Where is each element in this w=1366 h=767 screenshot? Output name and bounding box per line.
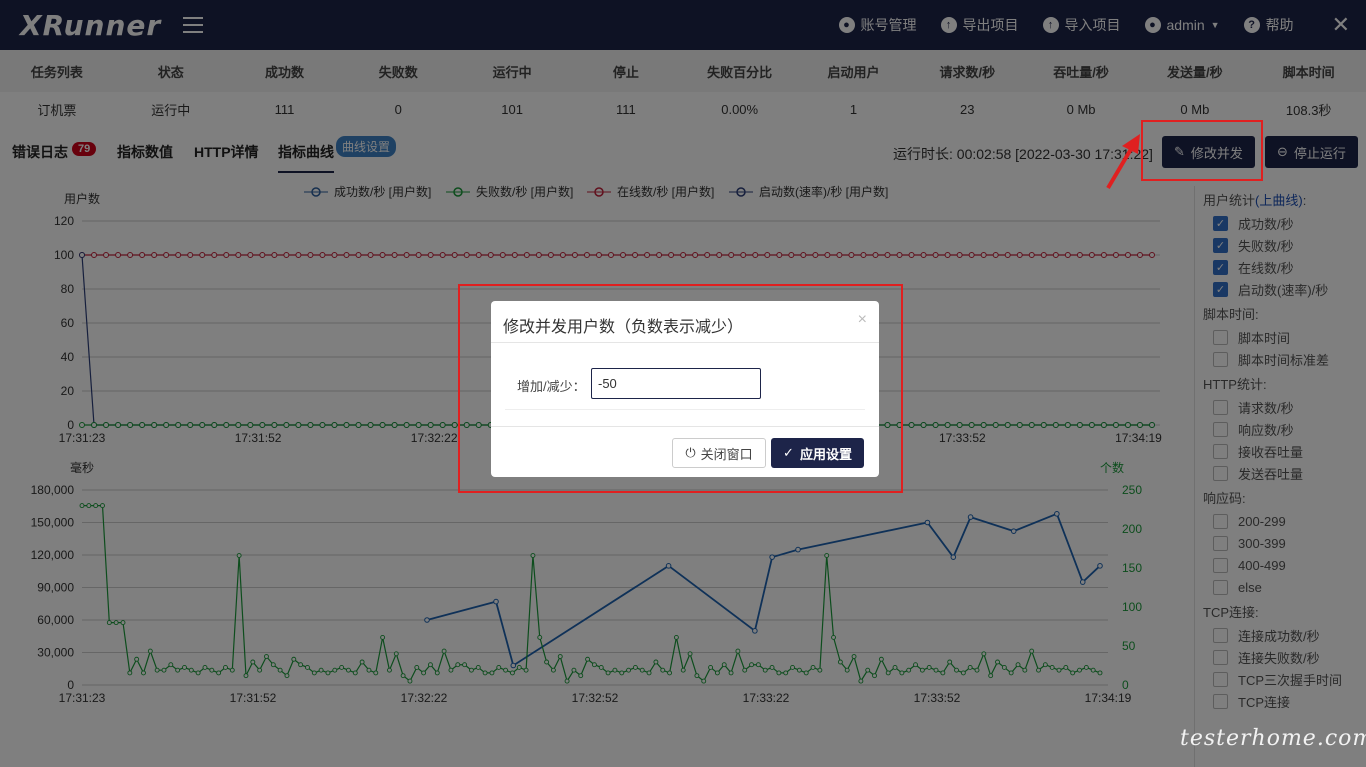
close-window-button[interactable]: ⏻ 关闭窗口 bbox=[672, 438, 766, 468]
user-delta-label: 增加/减少： bbox=[517, 379, 586, 394]
apply-settings-button[interactable]: ✓ 应用设置 bbox=[771, 438, 864, 468]
divider bbox=[491, 342, 879, 343]
user-delta-input[interactable] bbox=[591, 368, 761, 399]
close-window-label: 关闭窗口 bbox=[700, 446, 753, 462]
apply-settings-label: 应用设置 bbox=[799, 446, 852, 462]
divider bbox=[491, 426, 879, 427]
watermark: testerhome.com bbox=[1180, 726, 1366, 751]
power-icon: ⏻ bbox=[685, 445, 696, 460]
annotation-arrow-icon bbox=[1106, 134, 1140, 190]
highlight-box-button bbox=[1141, 120, 1263, 181]
dialog-title: 修改并发用户数（负数表示减少） bbox=[503, 319, 744, 336]
modify-concurrency-dialog: 修改并发用户数（负数表示减少） × 增加/减少： ⏻ 关闭窗口 ✓ 应用设置 bbox=[491, 301, 879, 477]
check-icon: ✓ bbox=[783, 445, 794, 460]
divider bbox=[505, 409, 865, 410]
close-icon[interactable]: × bbox=[858, 311, 867, 329]
